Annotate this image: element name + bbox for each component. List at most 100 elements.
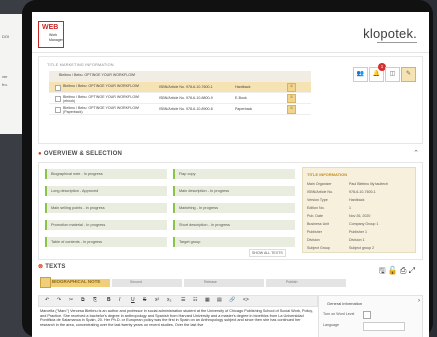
- text-status-item[interactable]: Long description - Approved: [45, 186, 167, 196]
- bullet-list-icon[interactable]: ☰: [181, 297, 185, 303]
- info-row: Pub. Date Nov 26, 2020: [307, 214, 370, 218]
- users-icon[interactable]: 👥: [353, 67, 368, 82]
- row-isbn: ISBN/Article No. 978-6-10-8800-9: [159, 96, 213, 100]
- save-icon[interactable]: 🖫: [379, 266, 386, 275]
- info-key: Publisher: [307, 230, 322, 234]
- align-icon[interactable]: ▤: [217, 297, 222, 303]
- info-row: Edition No. 1: [307, 206, 351, 210]
- tree-row-paperback[interactable]: Bleibnu / Bebu: OPTINGE YOUR WORKFLOW! (…: [49, 104, 311, 115]
- cut-icon[interactable]: ✂: [69, 297, 73, 303]
- text-editor[interactable]: Marcella ("Marc") Vercesa Bleibnu is an …: [38, 307, 316, 337]
- info-value: Subject group 2: [349, 246, 375, 250]
- info-row: Division Division 1: [307, 238, 365, 242]
- row-isbn: ISBN/Article No. 978-6-10-7600-1: [159, 85, 213, 89]
- info-value: Nov 26, 2020: [349, 214, 371, 218]
- row-checkbox[interactable]: [55, 107, 61, 113]
- row-format: Hardback: [235, 85, 251, 89]
- info-value: Company Group 1: [349, 222, 379, 226]
- expand-icon[interactable]: ⤢: [409, 266, 415, 275]
- link-icon[interactable]: 🔗: [229, 297, 235, 303]
- word-level-checkbox[interactable]: [363, 311, 371, 319]
- show-all-texts-button[interactable]: SHOW ALL TEXTS: [249, 249, 286, 257]
- brand-underline: [377, 42, 417, 43]
- text-status-item[interactable]: Target group: [173, 237, 295, 247]
- redo-icon[interactable]: ↷: [57, 297, 61, 303]
- bookmark-icon[interactable]: ◫: [385, 67, 400, 82]
- app-logo[interactable]: WEB Work Manager: [38, 21, 64, 48]
- numbered-list-icon[interactable]: ☷: [193, 297, 197, 303]
- row-checkbox[interactable]: [55, 96, 61, 102]
- turn-on-word-level-label: Turn on Word Level: [323, 312, 355, 316]
- italic-button[interactable]: I: [119, 297, 120, 303]
- copy-icon[interactable]: ⧉: [81, 297, 85, 303]
- edit-icon[interactable]: ✎: [401, 67, 416, 82]
- editor-toolbar: ↶ ↷ ✂ ⧉ ⎘ B I U S x² x₂ ☰ ☷ ▦ ▤ 🔗 <>: [38, 295, 318, 307]
- row-checkbox[interactable]: [55, 85, 61, 91]
- code-icon[interactable]: <>: [243, 297, 249, 303]
- general-information-panel: General information › Turn on Word Level…: [318, 295, 423, 337]
- logo-line2: Manager: [49, 38, 63, 42]
- text-status-item[interactable]: Marketing - In progress: [173, 203, 295, 213]
- chevron-up-icon[interactable]: ⌃: [413, 149, 419, 157]
- strike-button[interactable]: S: [143, 297, 146, 303]
- table-icon[interactable]: ▦: [205, 297, 210, 303]
- print-icon[interactable]: ⎙: [400, 266, 406, 275]
- section-label: TITLE MARKETING INFORMATION: [47, 63, 114, 67]
- info-heading: TITLE INFORMATION: [307, 172, 348, 177]
- info-key: Version Type: [307, 198, 328, 202]
- info-key: Division: [307, 238, 320, 242]
- row-format: Paperback: [235, 107, 253, 111]
- info-key: Main Organizer: [307, 182, 332, 186]
- tree-row-hardback[interactable]: Bleibnu / Bebu: OPTINGE YOUR WORKFLOW! I…: [49, 82, 311, 93]
- tab-second[interactable]: Second: [112, 279, 182, 287]
- lock-icon[interactable]: 🔓: [388, 266, 398, 275]
- background-text: ver: [2, 74, 8, 79]
- text-status-item[interactable]: Table of contents - In progress: [45, 237, 167, 247]
- general-info-heading: General information: [327, 301, 363, 306]
- tab-label: Publish: [286, 280, 298, 284]
- info-value: 1: [349, 206, 351, 210]
- text-status-item[interactable]: Main selling points - In progress: [45, 203, 167, 213]
- background-text: fro.: [2, 82, 8, 87]
- language-select[interactable]: [363, 322, 405, 331]
- text-status-item[interactable]: Flap copy: [173, 169, 295, 179]
- info-row: Subject Group Subject group 2: [307, 246, 374, 250]
- tab-release[interactable]: Release: [184, 279, 264, 287]
- text-status-item[interactable]: Short description - In progress: [173, 220, 295, 230]
- info-key: Subject Group: [307, 246, 330, 250]
- key-icon[interactable]: ⚿: [287, 83, 296, 92]
- bold-button[interactable]: B: [107, 297, 111, 303]
- tab-label: Release: [204, 280, 217, 284]
- overview-heading: ● OVERVIEW & SELECTION: [38, 151, 122, 157]
- key-icon[interactable]: ⚿: [287, 94, 296, 103]
- info-value: Division 1: [349, 238, 365, 242]
- tab-publish[interactable]: Publish: [266, 279, 346, 287]
- subscript-button[interactable]: x₂: [167, 297, 171, 303]
- undo-icon[interactable]: ↶: [45, 297, 49, 303]
- text-status-item[interactable]: Main description - In progress: [173, 186, 295, 196]
- row-title: Bleibnu / Bebu: OPTINGE YOUR WORKFLOW! (…: [63, 106, 140, 114]
- section-dot-icon: ●: [38, 151, 42, 157]
- chevron-right-icon[interactable]: ›: [418, 298, 420, 304]
- text-status-item[interactable]: Promotion material - In progress: [45, 220, 167, 230]
- texts-heading: ⊗ TEXTS: [38, 263, 66, 270]
- paste-icon[interactable]: ⎘: [93, 297, 97, 303]
- underline-button[interactable]: U: [131, 297, 135, 303]
- info-row: Main Organizer Paul Bleibnu lily taultech: [307, 182, 388, 186]
- info-value: 978-6-10-7600-1: [349, 190, 376, 194]
- text-tools: 🖫 🔓 ⎙ ⤢: [379, 265, 415, 279]
- language-label: Language: [323, 323, 339, 327]
- info-key: Pub. Date: [307, 214, 323, 218]
- app-screen: WEB Work Manager klopotek. TITLE MARKETI…: [32, 12, 429, 337]
- key-icon[interactable]: ⚿: [287, 105, 296, 114]
- info-key: Business Unit: [307, 222, 329, 226]
- title-information-panel: TITLE INFORMATION Main Organizer Paul Ble…: [302, 167, 416, 253]
- tree-row-work[interactable]: Bleibnu / Bebu: OPTINGE YOUR WORKFLOW!: [49, 71, 311, 82]
- info-key: ISBN/Article No.: [307, 190, 333, 194]
- brand-name: klopotek.: [363, 26, 417, 41]
- text-status-item[interactable]: Biographical note - In progress: [45, 169, 167, 179]
- superscript-button[interactable]: x²: [155, 297, 159, 303]
- section-dot-icon: ⊗: [38, 264, 44, 270]
- tree-row-ebook[interactable]: Bleibnu / Bebu: OPTINGE YOUR WORKFLOW! (…: [49, 93, 311, 104]
- info-row: ISBN/Article No. 978-6-10-7600-1: [307, 190, 376, 194]
